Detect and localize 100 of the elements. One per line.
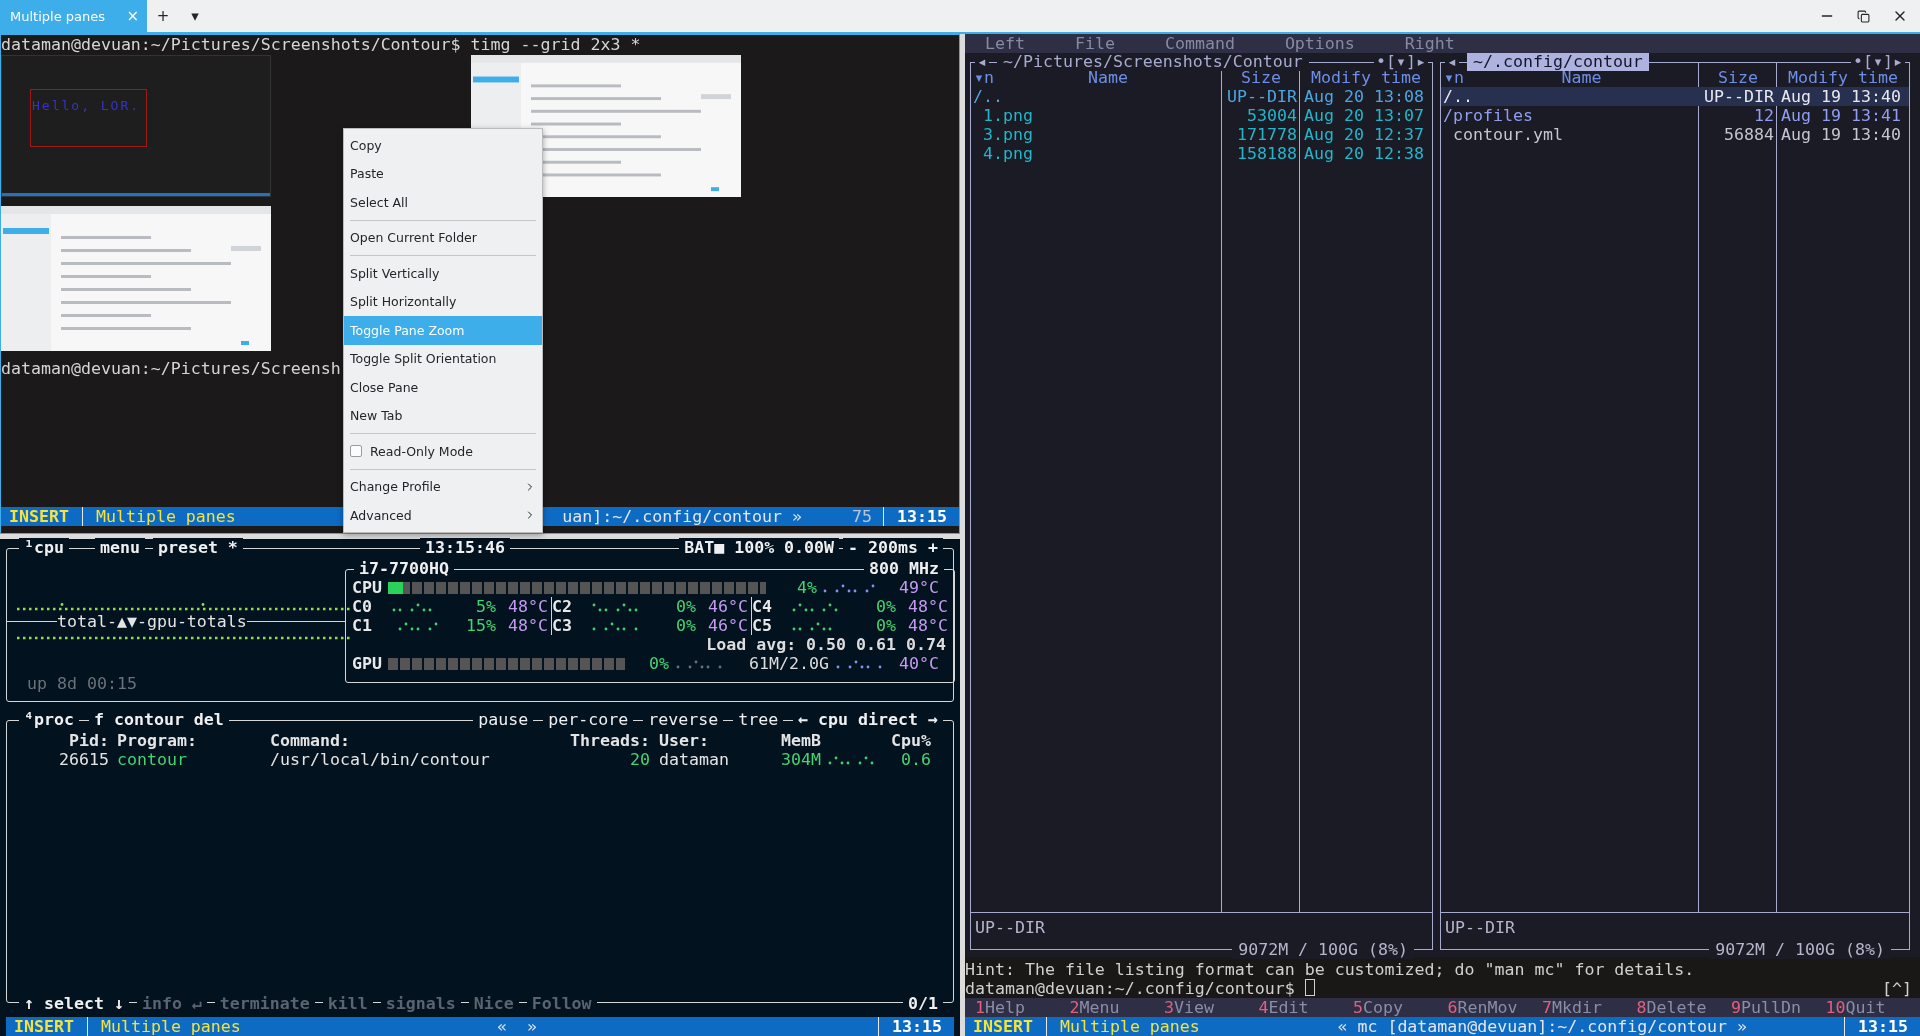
- menu-item[interactable]: Select All: [344, 188, 542, 217]
- menu-item[interactable]: File: [1074, 34, 1115, 53]
- menu-item[interactable]: Right: [1404, 34, 1455, 53]
- file-name: contour.yml: [1452, 125, 1564, 144]
- function-key[interactable]: 9PullDn: [1731, 998, 1826, 1017]
- box-title[interactable]: ¹cpu: [19, 538, 69, 557]
- temperature-text: 46°C: [707, 597, 748, 616]
- session-title: Multiple panes: [1058, 1017, 1200, 1036]
- function-key[interactable]: 8Delete: [1636, 998, 1731, 1017]
- temperature-text: 40°C: [898, 654, 939, 673]
- file-row[interactable]: /.. UP--DIR Aug 20 13:08: [971, 87, 1432, 106]
- nav-arrow[interactable]: »: [527, 1017, 538, 1036]
- box-title[interactable]: preset *: [152, 538, 243, 557]
- core-label: C5: [752, 616, 773, 635]
- column-header: MemB: [780, 731, 821, 750]
- percent-text: 15%: [465, 616, 496, 635]
- file-time: Aug 19 13:41: [1780, 106, 1902, 125]
- mini-graph-icon: [591, 620, 639, 631]
- menu-item[interactable]: Options: [1284, 34, 1355, 53]
- menu-item[interactable]: Command: [1164, 34, 1235, 53]
- function-key[interactable]: 2Menu: [1069, 998, 1164, 1017]
- menu-item[interactable]: Split Horizontally: [344, 287, 542, 316]
- load-average: Load avg: 0.50 0.61 0.74: [706, 635, 946, 654]
- checkbox[interactable]: [350, 445, 362, 458]
- column-header: Size: [1717, 68, 1759, 87]
- menu-item[interactable]: Close Pane: [344, 373, 542, 402]
- shell-prompt: dataman@devuan:~/.config/contour$: [965, 979, 1295, 998]
- percent-text: 0%: [875, 616, 896, 635]
- table-cell-text: dataman: [658, 750, 730, 769]
- file-size: 53004: [1246, 106, 1298, 125]
- gpu-label: GPU: [352, 654, 383, 673]
- table-cell-text: 26615: [58, 750, 109, 769]
- function-key[interactable]: 4Edit: [1258, 998, 1353, 1017]
- box-title[interactable]: ⁴proc: [19, 710, 79, 729]
- file-size: 158188: [1236, 144, 1298, 163]
- restore-icon[interactable]: [1857, 9, 1870, 23]
- menu-item[interactable]: New Tab: [344, 401, 542, 430]
- column-header: Cpu%: [890, 731, 931, 750]
- cpu-label: CPU: [352, 578, 383, 597]
- menu-item[interactable]: Toggle Split Orientation: [344, 344, 542, 373]
- temperature-text: 48°C: [907, 597, 948, 616]
- menu-item[interactable]: Copy: [344, 131, 542, 160]
- function-key[interactable]: 1Help: [975, 998, 1070, 1017]
- function-key[interactable]: 10Quit: [1825, 998, 1920, 1017]
- pane-title: « mc [dataman@devuan]:~/.config/contour »: [1337, 1017, 1748, 1036]
- count-text: 0/1: [903, 994, 943, 1013]
- clock-text: 13:15: [896, 507, 948, 526]
- column-header: Pid:: [68, 731, 109, 750]
- file-time: Aug 19 13:40: [1780, 87, 1902, 106]
- file-name: /..: [1442, 87, 1474, 106]
- table-cell-text: /usr/local/bin/contour: [270, 750, 491, 769]
- menu-item[interactable]: Advanced: [344, 501, 542, 530]
- column-header: Command:: [270, 731, 351, 750]
- nav-arrow[interactable]: «: [497, 1017, 508, 1036]
- file-row[interactable]: 1.png 53004 Aug 20 13:07: [971, 106, 1432, 125]
- function-key[interactable]: 3View: [1164, 998, 1259, 1017]
- function-key[interactable]: 7Mkdir: [1542, 998, 1637, 1017]
- column-header: Name: [1087, 68, 1129, 87]
- core-label: C3: [552, 616, 573, 635]
- function-key[interactable]: 5Copy: [1353, 998, 1448, 1017]
- file-time: Aug 20 12:38: [1303, 144, 1425, 163]
- mini-graph-icon: [827, 754, 875, 765]
- dropdown-button[interactable]: ▾: [179, 0, 211, 32]
- percent-text: 0%: [675, 616, 696, 635]
- menu-item[interactable]: Split Vertically: [344, 259, 542, 288]
- sort-indicator[interactable]: ▾n: [1441, 68, 1464, 87]
- function-key[interactable]: 6RenMov: [1447, 998, 1542, 1017]
- panel-controls[interactable]: •[▾]▸: [1374, 53, 1428, 71]
- sort-indicator[interactable]: ▾n: [971, 68, 994, 87]
- menu-item[interactable]: Read-Only Mode: [344, 437, 542, 466]
- panel-path: ~/Pictures/Screenshots/Contour: [997, 53, 1309, 71]
- table-cell-text: 304M: [780, 750, 821, 769]
- file-time: Aug 20 13:07: [1303, 106, 1425, 125]
- file-name: 1.png: [982, 106, 1034, 125]
- disk-usage: 9072M / 100G (8%): [1709, 941, 1891, 959]
- temperature-text: 48°C: [907, 616, 948, 635]
- info-text: UP--DIR: [1445, 918, 1515, 937]
- menu-item[interactable]: Open Current Folder: [344, 223, 542, 252]
- menu-item[interactable]: Paste: [344, 159, 542, 188]
- menu-item[interactable]: Left: [985, 34, 1025, 53]
- graph-label: total-▲▼-gpu-totals: [57, 612, 247, 631]
- corner-mark[interactable]: [^]: [1882, 979, 1912, 998]
- mode-label: INSERT: [13, 1017, 75, 1036]
- toggle-option[interactable]: ← cpu direct →: [793, 710, 943, 729]
- file-row[interactable]: contour.yml 56884 Aug 19 13:40: [1441, 125, 1909, 144]
- new-tab-button[interactable]: +: [147, 0, 179, 32]
- file-row[interactable]: /.. UP--DIR Aug 19 13:40: [1441, 87, 1909, 106]
- percent-text: 0%: [675, 597, 696, 616]
- file-name: 3.png: [982, 125, 1034, 144]
- menu-item[interactable]: Change Profile: [344, 472, 542, 501]
- file-row[interactable]: 4.png 158188 Aug 20 12:38: [971, 144, 1432, 163]
- mini-graph-icon: [791, 601, 839, 612]
- column-header: Threads:: [569, 731, 650, 750]
- file-row[interactable]: 3.png 171778 Aug 20 12:37: [971, 125, 1432, 144]
- temperature-text: 48°C: [507, 597, 548, 616]
- disk-usage: 9072M / 100G (8%): [1232, 941, 1414, 959]
- panel-controls[interactable]: •[▾]▸: [1851, 53, 1905, 71]
- file-row[interactable]: /profiles 12 Aug 19 13:41: [1441, 106, 1909, 125]
- info-text: UP--DIR: [975, 918, 1045, 937]
- pane-title: uan]:~/.config/contour »: [562, 507, 803, 526]
